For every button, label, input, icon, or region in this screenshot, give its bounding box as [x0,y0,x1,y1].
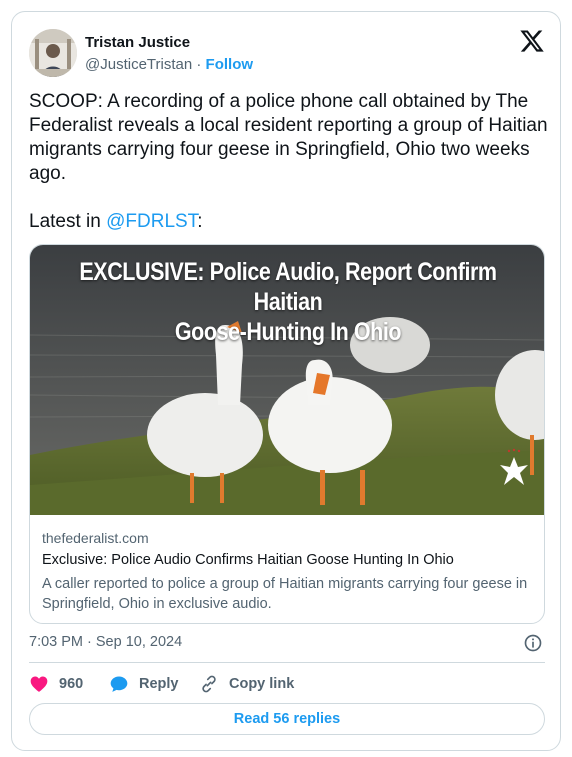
reply-label: Reply [139,676,179,692]
copy-link-button[interactable]: Copy link [199,672,294,696]
info-icon[interactable] [523,633,543,653]
author-name[interactable]: Tristan Justice [85,34,190,51]
author-handle[interactable]: @JusticeTristan [85,56,192,73]
tweet-timestamp[interactable]: 7:03 PM · Sep 10, 2024 [29,634,182,650]
link-preview-card[interactable]: EXCLUSIVE: Police Audio, Report Confirm … [29,244,545,624]
like-button[interactable]: 960 [29,672,83,696]
author-handle-row: @JusticeTristan · Follow [85,56,253,73]
mention-link[interactable]: @FDRLST [106,211,197,232]
image-headline-line1: EXCLUSIVE: Police Audio, Report Confirm … [79,258,497,316]
tweet-paragraph: SCOOP: A recording of a police phone cal… [29,91,548,184]
separator: · [192,56,206,73]
follow-button[interactable]: Follow [206,56,254,73]
like-count: 960 [59,676,84,692]
link-icon [202,675,216,693]
tweet-embed-card: Tristan Justice @JusticeTristan · Follow… [11,11,561,751]
tweet-latest-line: Latest in @FDRLST: [29,210,549,234]
speech-bubble-icon [110,676,128,692]
divider [29,662,545,663]
reply-button[interactable]: Reply [109,672,179,696]
read-replies-button[interactable]: Read 56 replies [29,703,545,735]
card-domain: thefederalist.com [42,530,149,546]
latest-prefix: Latest in [29,211,107,232]
latest-suffix: : [197,211,203,232]
card-title: Exclusive: Police Audio Confirms Haitian… [42,552,454,568]
image-headline: EXCLUSIVE: Police Audio, Report Confirm … [66,257,510,347]
tweet-text: SCOOP: A recording of a police phone cal… [29,90,549,234]
image-headline-line2: Goose-Hunting In Ohio [174,318,402,346]
heart-icon [30,676,48,692]
copy-link-label: Copy link [229,676,295,692]
card-description: A caller reported to police a group of H… [42,576,528,612]
avatar[interactable] [29,29,77,77]
x-logo-icon[interactable] [519,28,545,54]
